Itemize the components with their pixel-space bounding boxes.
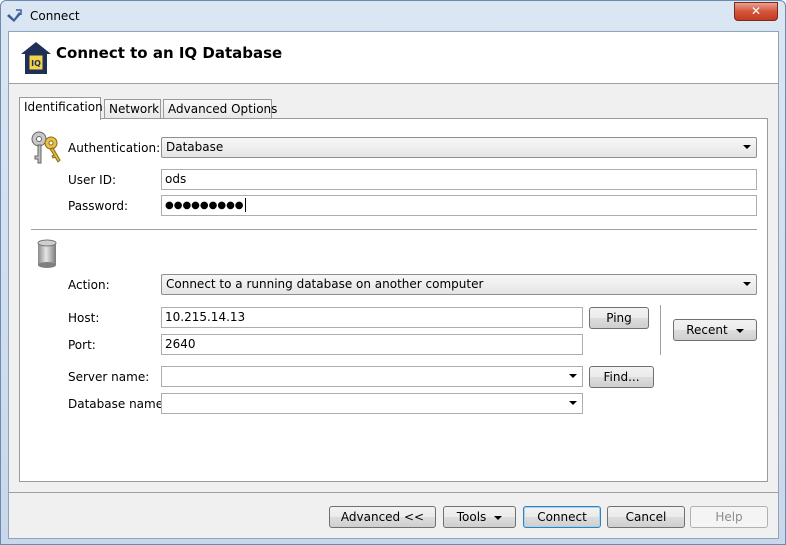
help-button[interactable]: Help [690, 506, 768, 528]
server-name-combo[interactable] [161, 366, 583, 387]
user-id-label: User ID: [68, 173, 116, 187]
advanced-toggle-button[interactable]: Advanced << [329, 506, 436, 528]
user-id-input[interactable]: ods [161, 169, 757, 190]
tab-advanced-options[interactable]: Advanced Options [163, 99, 277, 119]
identification-panel: Authentication: Database User ID: ods Pa… [19, 118, 768, 482]
port-input[interactable]: 2640 [161, 334, 583, 355]
iq-database-house-icon: IQ [21, 42, 51, 74]
close-button[interactable]: ✕ [734, 2, 778, 21]
authentication-select[interactable]: Database [161, 137, 757, 158]
connect-plug-icon [7, 9, 22, 22]
database-cylinder-icon [37, 239, 57, 268]
action-label: Action: [68, 278, 110, 292]
text-caret [244, 198, 246, 212]
tab-identification[interactable]: Identification [19, 97, 103, 120]
find-button[interactable]: Find... [589, 366, 654, 388]
svg-text:IQ: IQ [31, 59, 41, 68]
cancel-button[interactable]: Cancel [607, 506, 685, 528]
port-label: Port: [68, 338, 96, 352]
title-bar[interactable]: Connect ✕ [1, 1, 785, 31]
tab-network[interactable]: Network [104, 99, 161, 119]
action-value: Connect to a running database on another… [166, 277, 484, 291]
window-title: Connect [30, 9, 80, 23]
authentication-value: Database [166, 140, 224, 154]
footer-divider [9, 492, 778, 493]
chevron-down-icon [743, 145, 751, 149]
tools-button[interactable]: Tools [443, 506, 516, 528]
password-value: ●●●●●●●●● [165, 200, 244, 211]
action-select[interactable]: Connect to a running database on another… [161, 274, 757, 295]
server-name-label: Server name: [68, 370, 150, 384]
recent-label: Recent [686, 323, 728, 337]
host-input[interactable]: 10.215.14.13 [161, 307, 583, 328]
dialog-heading: Connect to an IQ Database [56, 44, 283, 62]
database-name-label: Database name: [68, 397, 168, 411]
dialog-header: IQ Connect to an IQ Database [9, 32, 778, 84]
recent-divider [660, 305, 662, 355]
chevron-down-icon [743, 282, 751, 286]
dialog-client-area: IQ Connect to an IQ Database Identificat… [8, 31, 779, 539]
chevron-down-icon [735, 328, 744, 333]
authentication-label: Authentication: [68, 141, 161, 155]
chevron-down-icon [494, 515, 503, 520]
chevron-down-icon [569, 374, 577, 378]
database-name-combo[interactable] [161, 393, 583, 414]
host-label: Host: [68, 311, 100, 325]
tools-label: Tools [456, 510, 487, 524]
ping-button[interactable]: Ping [589, 307, 649, 329]
keys-icon [31, 131, 61, 164]
password-input[interactable]: ●●●●●●●●● [161, 195, 757, 216]
password-label: Password: [68, 199, 129, 213]
connect-button[interactable]: Connect [523, 506, 601, 528]
chevron-down-icon [569, 401, 577, 405]
recent-button[interactable]: Recent [673, 319, 757, 341]
connect-dialog: Connect ✕ IQ Connect to an IQ Database I… [0, 0, 786, 545]
section-divider [31, 229, 757, 231]
